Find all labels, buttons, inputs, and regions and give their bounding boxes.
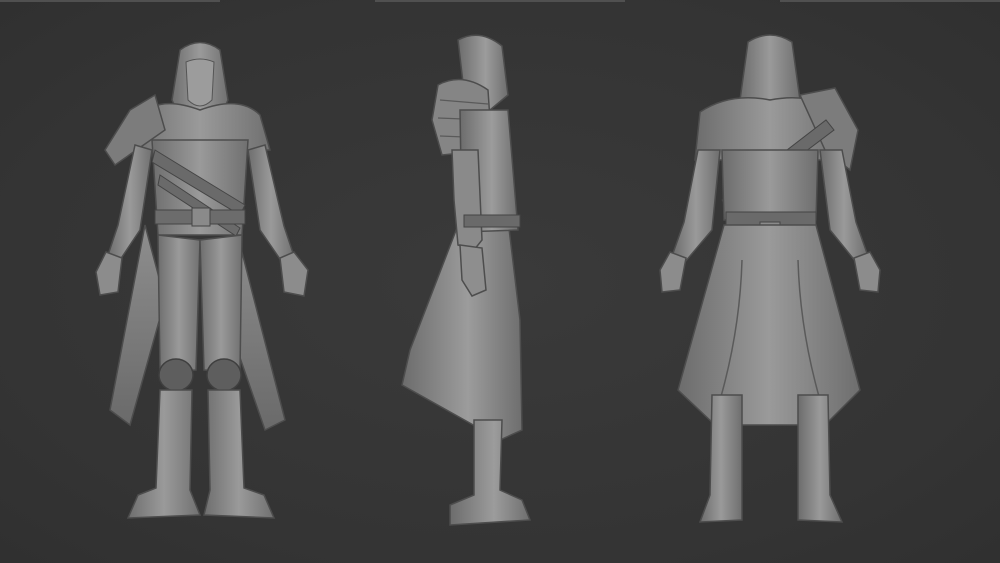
back-view-sculpt bbox=[659, 34, 881, 523]
side-view-sculpt bbox=[401, 34, 532, 526]
front-view-sculpt bbox=[95, 41, 309, 519]
sculpt-turnaround-canvas bbox=[0, 0, 1000, 563]
back-view-figure bbox=[630, 0, 910, 563]
side-view-figure bbox=[390, 0, 550, 563]
front-view-figure bbox=[60, 0, 340, 563]
